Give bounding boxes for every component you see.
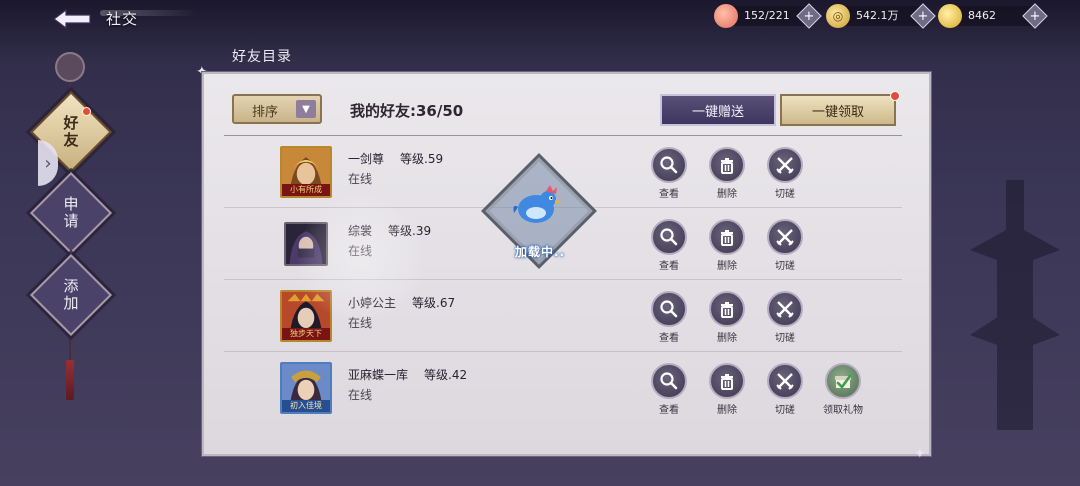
back-arrow-icon [53, 8, 91, 30]
coin-icon: ◎ [826, 4, 850, 28]
friend-name: 综裳 [348, 224, 373, 238]
delete-button[interactable]: 删除 [702, 363, 752, 419]
nav-tab-requests-label: 申请 [61, 196, 80, 230]
crossed-swords-icon [776, 301, 794, 318]
crossed-swords-icon [776, 229, 794, 246]
nav-knot-ornament [55, 52, 85, 82]
magnifier-icon [660, 372, 678, 390]
gold-ingot-icon [938, 4, 962, 28]
avatar-title-banner: 独步天下 [282, 328, 330, 340]
nav-tassel [66, 360, 74, 400]
friend-name: 亚麻蝶一库 [348, 368, 409, 382]
loading-text: 加载中.. [515, 245, 566, 259]
friend-status: 在线 [348, 388, 373, 402]
avatar-title-banner: 小有所成 [282, 184, 330, 196]
spar-label: 切磋 [775, 189, 795, 200]
friend-row: 独步天下 小婷公主 等级.67 在线 查看 删除 切磋 [224, 280, 902, 352]
chevron-right-icon: › [44, 152, 52, 174]
magnifier-icon [660, 156, 678, 174]
gold-value: 8462 [968, 9, 996, 22]
friend-level: 等级.39 [388, 224, 432, 238]
spar-button[interactable]: 切磋 [760, 291, 810, 347]
back-button[interactable] [50, 6, 94, 32]
view-label: 查看 [659, 189, 679, 200]
magnifier-icon [660, 228, 678, 246]
delete-label: 删除 [717, 189, 737, 200]
friend-name: 一剑尊 [348, 152, 385, 166]
panel-title: 好友目录 [232, 49, 292, 65]
peach-icon [714, 4, 738, 28]
trash-icon [721, 158, 733, 174]
friend-avatar[interactable] [284, 222, 328, 266]
trash-icon [721, 230, 733, 246]
view-label: 查看 [659, 261, 679, 272]
view-button[interactable]: 查看 [644, 219, 694, 275]
crossed-swords-icon [776, 157, 794, 174]
nav-tab-add-label: 添加 [61, 278, 80, 312]
nav-tab-requests[interactable]: 申请 [29, 171, 113, 255]
claim-gift-button[interactable]: 领取礼物 [815, 363, 871, 419]
friend-avatar[interactable]: 小有所成 [280, 146, 332, 198]
gift-check-icon [835, 374, 852, 389]
bird-mascot-icon [513, 185, 562, 223]
friend-level: 等级.42 [424, 368, 468, 382]
resource-stamina: 152/221 + [714, 3, 822, 29]
avatar-portrait [286, 224, 326, 264]
delete-label: 删除 [717, 261, 737, 272]
view-button[interactable]: 查看 [644, 363, 694, 419]
avatar-title-banner: 初入佳境 [282, 400, 330, 412]
friends-panel: 排序 ▼ 我的好友:36/50 一键赠送 一键领取 小有所成 一剑尊 等级.59… [202, 72, 931, 456]
view-button[interactable]: 查看 [644, 291, 694, 347]
sort-label: 排序 [252, 105, 279, 120]
friend-avatar[interactable]: 初入佳境 [280, 362, 332, 414]
add-coin-button[interactable]: + [910, 3, 936, 29]
corner-ornament: ✦ [914, 446, 926, 462]
add-gold-button[interactable]: + [1022, 3, 1048, 29]
resource-coin: ◎ 542.1万 + [826, 3, 936, 29]
crossed-swords-icon [776, 373, 794, 390]
magnifier-icon [660, 300, 678, 318]
friend-name: 小婷公主 [348, 296, 397, 310]
friend-status: 在线 [348, 244, 373, 258]
view-label: 查看 [659, 405, 679, 416]
sort-button[interactable]: 排序 ▼ [232, 94, 322, 124]
stamina-value: 152/221 [744, 9, 790, 22]
delete-button[interactable]: 删除 [702, 147, 752, 203]
friends-count: 我的好友:36/50 [350, 102, 464, 120]
top-bar: 社交 152/221 + ◎ 542.1万 + 8462 + [0, 0, 1080, 36]
send-all-button[interactable]: 一键赠送 [660, 94, 776, 126]
trash-icon [721, 302, 733, 318]
nav-tab-add[interactable]: 添加 [29, 253, 113, 337]
spar-label: 切磋 [775, 261, 795, 272]
delete-button[interactable]: 删除 [702, 219, 752, 275]
claim-all-button[interactable]: 一键领取 [780, 94, 896, 126]
screen-title: 社交 [106, 10, 139, 28]
delete-button[interactable]: 删除 [702, 291, 752, 347]
view-button[interactable]: 查看 [644, 147, 694, 203]
coin-value: 542.1万 [856, 9, 899, 22]
spar-label: 切磋 [775, 333, 795, 344]
friends-notice-dot [82, 107, 91, 116]
friend-level: 等级.59 [400, 152, 444, 166]
spar-label: 切磋 [775, 405, 795, 416]
delete-label: 删除 [717, 405, 737, 416]
view-label: 查看 [659, 333, 679, 344]
friend-avatar[interactable]: 独步天下 [280, 290, 332, 342]
background-pagoda [970, 180, 1060, 430]
chevron-down-icon: ▼ [296, 100, 316, 118]
friend-level: 等级.67 [412, 296, 456, 310]
friend-status: 在线 [348, 316, 373, 330]
spar-button[interactable]: 切磋 [760, 363, 810, 419]
friend-status: 在线 [348, 172, 373, 186]
resource-gold: 8462 + [938, 3, 1048, 29]
claim-notice-dot [890, 91, 900, 101]
spar-button[interactable]: 切磋 [760, 147, 810, 203]
claim-gift-label: 领取礼物 [823, 405, 863, 416]
friend-row: 初入佳境 亚麻蝶一库 等级.42 在线 查看 删除 切磋 领取礼物 [224, 352, 902, 424]
trash-icon [721, 374, 733, 390]
add-stamina-button[interactable]: + [796, 3, 822, 29]
spar-button[interactable]: 切磋 [760, 219, 810, 275]
delete-label: 删除 [717, 333, 737, 344]
